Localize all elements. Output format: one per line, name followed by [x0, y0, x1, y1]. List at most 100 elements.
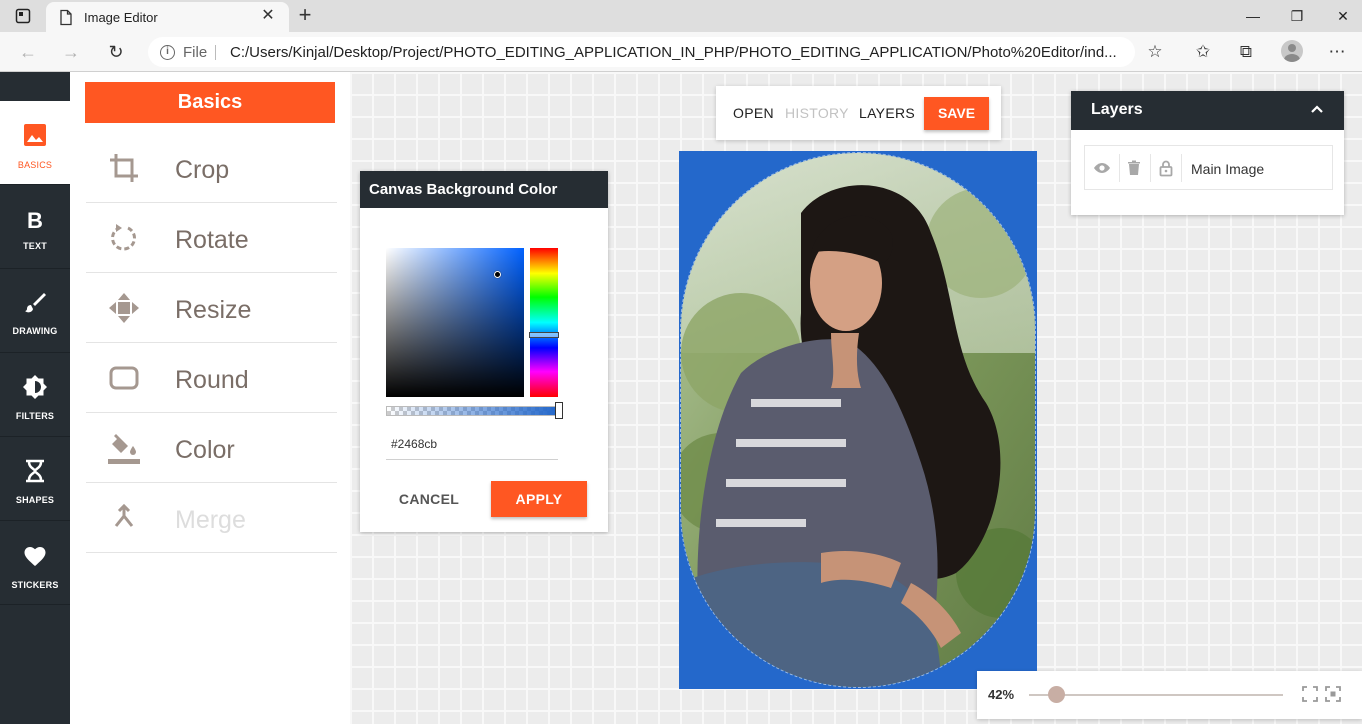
reload-icon[interactable]: ↻: [105, 41, 127, 63]
zoom-slider-track[interactable]: [1029, 694, 1283, 696]
zoom-slider-thumb[interactable]: [1048, 686, 1066, 703]
main-image[interactable]: [680, 152, 1036, 688]
cancel-button[interactable]: CANCEL: [388, 481, 470, 517]
tab-close-icon[interactable]: ✕: [260, 8, 276, 24]
rotate-icon: [111, 224, 136, 251]
rounded-rect-icon: [109, 366, 139, 390]
sidebar-item-label: STICKERS: [11, 580, 59, 590]
saturation-value-area[interactable]: [386, 248, 524, 397]
tool-label: Color: [175, 436, 235, 464]
layer-row[interactable]: Main Image: [1084, 145, 1333, 190]
top-menu: OPEN HISTORY LAYERS SAVE: [716, 86, 1001, 140]
sidebar-item-basics[interactable]: BASICS: [0, 101, 70, 185]
sidebar-item-stickers[interactable]: STICKERS: [0, 521, 70, 605]
portrait-photo: [681, 153, 1035, 687]
apply-button[interactable]: APPLY: [491, 481, 587, 517]
browser-tab-bar: Image Editor ✕ + — ❐ ✕: [0, 0, 1362, 32]
chevron-up-icon[interactable]: [1308, 101, 1326, 119]
forward-icon[interactable]: →: [60, 41, 82, 63]
profile-avatar[interactable]: [1281, 40, 1303, 62]
tools-panel: Basics Crop Rotate Resize Round Color Me…: [70, 72, 350, 724]
brightness-icon: [23, 375, 47, 399]
sidebar-item-label: SHAPES: [15, 495, 55, 505]
info-icon[interactable]: i: [160, 45, 175, 60]
layers-panel-header: Layers: [1071, 91, 1344, 130]
document-icon: [60, 9, 72, 26]
paint-bucket-icon: [108, 434, 140, 464]
sidebar-item-label: DRAWING: [12, 326, 58, 336]
layer-divider: [1119, 154, 1120, 182]
tool-label: Crop: [175, 156, 230, 184]
open-menu-item[interactable]: OPEN: [733, 105, 774, 121]
add-favorite-icon[interactable]: ☆: [1143, 40, 1167, 64]
save-button[interactable]: SAVE: [924, 97, 989, 130]
zoom-control: 42%: [977, 671, 1362, 719]
browser-tab[interactable]: Image Editor ✕: [46, 2, 289, 32]
hex-color-input[interactable]: #2468cb: [386, 433, 558, 460]
layer-divider: [1150, 154, 1151, 182]
minimize-icon[interactable]: —: [1243, 6, 1263, 26]
eye-icon[interactable]: [1093, 159, 1111, 177]
brush-icon: [25, 293, 46, 313]
browser-nav-bar: ← → ↻ i File C:/Users/Kinjal/Desktop/Pro…: [0, 32, 1362, 72]
image-editor-app: BASICS B TEXT DRAWING FILTERS SHAPES STI…: [0, 72, 1362, 724]
sidebar-item-filters[interactable]: FILTERS: [0, 353, 70, 437]
address-divider: [215, 45, 216, 60]
image-icon: [24, 124, 46, 146]
sidebar-item-label: BASICS: [17, 160, 53, 170]
heart-icon: [24, 547, 46, 566]
lock-open-icon[interactable]: [1157, 159, 1175, 177]
tool-label: Merge: [175, 506, 246, 534]
color-picker-title: Canvas Background Color: [360, 171, 608, 208]
alpha-slider[interactable]: [386, 406, 558, 416]
tools-panel-header: Basics: [85, 82, 335, 123]
zoom-level: 42%: [988, 687, 1015, 702]
hue-slider[interactable]: [530, 248, 558, 397]
close-window-icon[interactable]: ✕: [1333, 6, 1353, 26]
tool-crop[interactable]: Crop: [86, 133, 337, 203]
saturation-cursor[interactable]: [494, 271, 501, 278]
layer-name: Main Image: [1191, 161, 1265, 177]
tool-rotate[interactable]: Rotate: [86, 203, 337, 273]
window-menu-icon[interactable]: [15, 8, 31, 24]
tool-resize[interactable]: Resize: [86, 273, 337, 343]
editor-canvas[interactable]: [679, 151, 1037, 689]
restore-icon[interactable]: ❐: [1287, 6, 1307, 26]
hourglass-shape-icon: [26, 459, 44, 483]
hue-slider-handle[interactable]: [529, 332, 559, 338]
history-menu-item[interactable]: HISTORY: [785, 105, 849, 121]
tool-merge[interactable]: Merge: [86, 483, 337, 553]
sidebar-item-shapes[interactable]: SHAPES: [0, 437, 70, 521]
sidebar-item-text[interactable]: B TEXT: [0, 185, 70, 269]
tool-color[interactable]: Color: [86, 413, 337, 483]
address-url[interactable]: C:/Users/Kinjal/Desktop/Project/PHOTO_ED…: [230, 44, 1130, 61]
merge-icon: [114, 503, 134, 527]
tool-round[interactable]: Round: [86, 343, 337, 413]
address-bar[interactable]: i File C:/Users/Kinjal/Desktop/Project/P…: [148, 37, 1135, 67]
fullscreen-icon[interactable]: [1325, 686, 1341, 702]
svg-text:B: B: [27, 208, 43, 231]
more-options-icon[interactable]: ⋯: [1325, 40, 1349, 64]
alpha-slider-handle[interactable]: [555, 402, 563, 419]
canvas-color-picker-panel: Canvas Background Color #2468cb CANCEL A…: [360, 171, 608, 532]
sidebar-item-label: FILTERS: [15, 411, 55, 421]
layers-panel-title: Layers: [1091, 101, 1143, 118]
tool-label: Resize: [175, 296, 252, 324]
sidebar-item-drawing[interactable]: DRAWING: [0, 269, 70, 353]
collections-icon[interactable]: ⧉: [1234, 40, 1258, 64]
layer-divider: [1181, 154, 1182, 182]
bold-text-icon: B: [27, 208, 43, 231]
address-scheme: File: [183, 44, 208, 61]
trash-icon[interactable]: [1125, 159, 1143, 177]
tool-label: Round: [175, 366, 249, 394]
favorites-icon[interactable]: ✩: [1191, 40, 1215, 64]
layers-panel: Layers Main Image: [1071, 91, 1344, 215]
new-tab-icon[interactable]: +: [294, 4, 316, 26]
tool-label: Rotate: [175, 226, 249, 254]
main-sidebar: BASICS B TEXT DRAWING FILTERS SHAPES STI…: [0, 72, 70, 724]
layers-menu-item[interactable]: LAYERS: [859, 105, 915, 121]
fit-screen-icon[interactable]: [1302, 686, 1318, 702]
tab-title: Image Editor: [84, 10, 158, 25]
back-icon[interactable]: ←: [17, 41, 39, 63]
move-arrows-icon: [109, 293, 139, 323]
